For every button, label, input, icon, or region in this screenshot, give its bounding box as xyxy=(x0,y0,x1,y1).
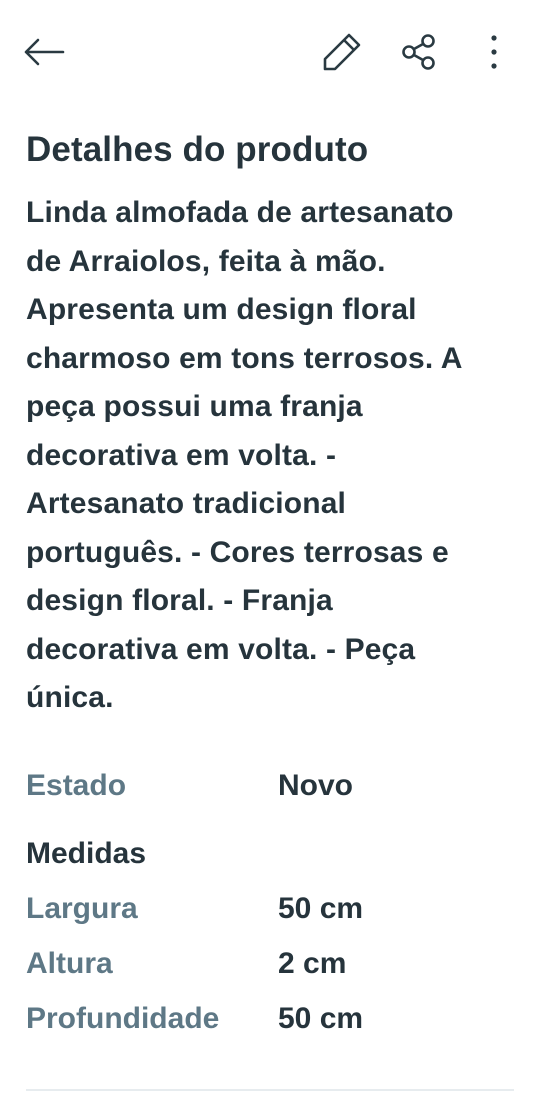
measures-heading: Medidas xyxy=(26,837,147,870)
more-vertical-icon xyxy=(491,35,497,69)
share-icon xyxy=(402,34,435,70)
depth-row: Profundidade 50 cm xyxy=(26,997,520,1041)
width-label: Largura xyxy=(26,892,138,925)
back-button[interactable] xyxy=(18,26,70,78)
arrow-left-icon xyxy=(24,38,65,66)
section-title: Detalhes do produto xyxy=(26,130,369,169)
width-value: 50 cm xyxy=(278,892,364,925)
product-attributes: Estado Novo Medidas Largura 50 cm Altura… xyxy=(26,764,520,1041)
depth-value: 50 cm xyxy=(278,1002,364,1035)
top-app-bar xyxy=(0,0,540,104)
state-value: Novo xyxy=(278,769,353,802)
state-row: Estado Novo xyxy=(26,764,520,808)
divider xyxy=(26,1089,514,1091)
height-label: Altura xyxy=(26,947,113,980)
height-row: Altura 2 cm xyxy=(26,942,520,986)
more-options-button[interactable] xyxy=(468,26,520,78)
product-details-section: Detalhes do produto Linda almofada de ar… xyxy=(26,126,520,723)
height-value: 2 cm xyxy=(278,947,347,980)
product-description: Linda almofada de artesanato de Arraiolo… xyxy=(26,196,463,714)
width-row: Largura 50 cm xyxy=(26,887,520,931)
pencil-icon xyxy=(323,33,361,71)
state-label: Estado xyxy=(26,769,127,802)
depth-label: Profundidade xyxy=(26,1002,220,1035)
share-button[interactable] xyxy=(393,26,445,78)
edit-button[interactable] xyxy=(316,26,368,78)
